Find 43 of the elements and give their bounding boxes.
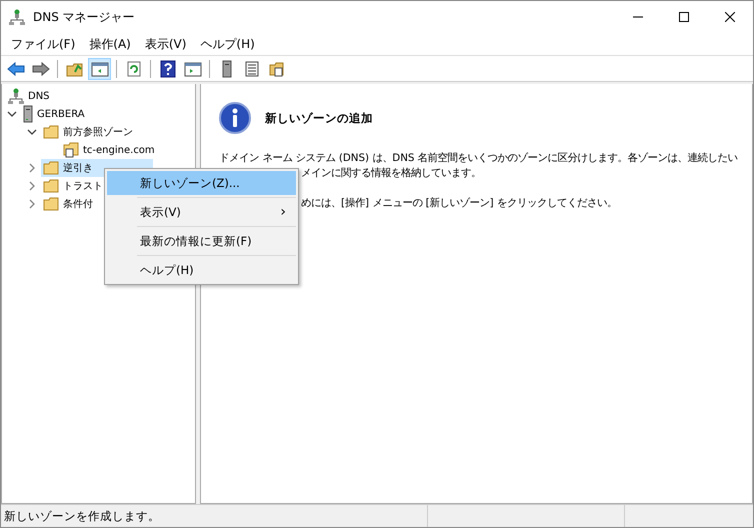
server-icon (23, 105, 33, 123)
folder-icon (43, 179, 59, 193)
description-text: めには、[操作] メニューの [新しいゾーン] をクリックしてください。 (301, 196, 618, 211)
network-icon (8, 88, 24, 104)
description-text: メインに関する情報を格納しています。 (301, 166, 482, 181)
context-menu-item[interactable]: 最新の情報に更新(F) (107, 229, 296, 253)
action-pane-icon (184, 60, 202, 76)
list-icon (244, 60, 258, 76)
description-text: ドメイン ネーム システム (DNS) は、DNS 名前空間をいくつかのゾーンに区分けします。各ゾーンは、連続したい (219, 151, 739, 166)
menu-item[interactable]: ヘルプ(H) (193, 36, 262, 52)
help-icon (160, 60, 176, 78)
section-heading: 新しいゾーンの追加 (265, 110, 373, 126)
tree-item[interactable]: tc-engine.com (61, 141, 157, 159)
menu-item[interactable]: ファイル(F) (4, 36, 82, 52)
maximize-icon (679, 12, 689, 22)
context-menu-item[interactable]: 表示(V) › (107, 200, 296, 224)
tree-item[interactable]: トラスト (41, 177, 105, 195)
back-arrow-icon (6, 60, 24, 76)
forward-arrow-icon (32, 60, 50, 76)
toolbar-button[interactable] (88, 58, 111, 80)
context-menu-item[interactable]: 新しいゾーン(Z)... (107, 171, 296, 195)
folder-up-icon (66, 60, 84, 76)
menu-item[interactable]: 操作(A) (82, 36, 138, 52)
info-icon (219, 102, 251, 134)
tree-pane-icon (90, 60, 108, 76)
window-title: DNS マネージャー (33, 8, 136, 26)
close-icon (725, 12, 735, 22)
app-network-icon (9, 9, 25, 25)
folder-document-icon (63, 142, 79, 158)
tree-item[interactable]: 条件付 (41, 195, 95, 213)
menu-item[interactable]: 表示(V) (138, 36, 194, 52)
tree-item[interactable]: DNS (6, 87, 52, 105)
submenu-arrow: › (280, 204, 286, 220)
folder-icon (43, 197, 59, 211)
refresh-icon (126, 60, 142, 76)
folder-icon (43, 161, 59, 175)
tree-item[interactable]: GERBERA (21, 105, 87, 123)
folder-icon (43, 125, 59, 139)
status-text: 新しいゾーンを作成します。 (1, 505, 428, 527)
folder-document-icon (268, 60, 284, 76)
tree-item[interactable]: 前方参照ゾーン (41, 123, 135, 141)
server-icon (222, 60, 232, 78)
context-menu-item[interactable]: ヘルプ(H) (107, 258, 296, 282)
